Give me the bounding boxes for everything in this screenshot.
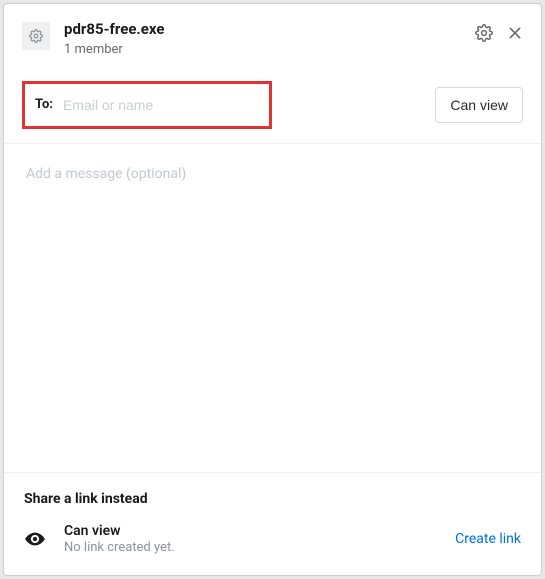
message-area xyxy=(4,144,541,473)
recipient-row: To: Can view xyxy=(4,71,541,144)
permission-dropdown[interactable]: Can view xyxy=(435,87,523,123)
to-label: To: xyxy=(35,97,53,112)
recipient-field-highlight: To: xyxy=(22,81,272,129)
dialog-header: pdr85-free.exe 1 member xyxy=(4,4,541,71)
eye-icon xyxy=(24,528,46,550)
share-link-heading: Share a link instead xyxy=(24,491,521,507)
link-permission-label: Can view xyxy=(64,523,455,539)
file-name: pdr85-free.exe xyxy=(64,20,475,40)
create-link-button[interactable]: Create link xyxy=(455,531,521,547)
dialog-footer: Share a link instead Can view No link cr… xyxy=(4,472,541,575)
file-icon xyxy=(22,22,50,50)
share-dialog: pdr85-free.exe 1 member To: Can view xyxy=(3,3,542,576)
close-button[interactable] xyxy=(507,25,523,41)
message-input[interactable] xyxy=(26,166,519,182)
settings-button[interactable] xyxy=(475,24,493,42)
title-block: pdr85-free.exe 1 member xyxy=(64,20,475,57)
link-text-block: Can view No link created yet. xyxy=(64,523,455,555)
member-count: 1 member xyxy=(64,42,475,57)
header-actions xyxy=(475,24,523,42)
link-status: No link created yet. xyxy=(64,540,455,555)
recipient-input[interactable] xyxy=(63,97,259,113)
link-row: Can view No link created yet. Create lin… xyxy=(24,523,521,555)
